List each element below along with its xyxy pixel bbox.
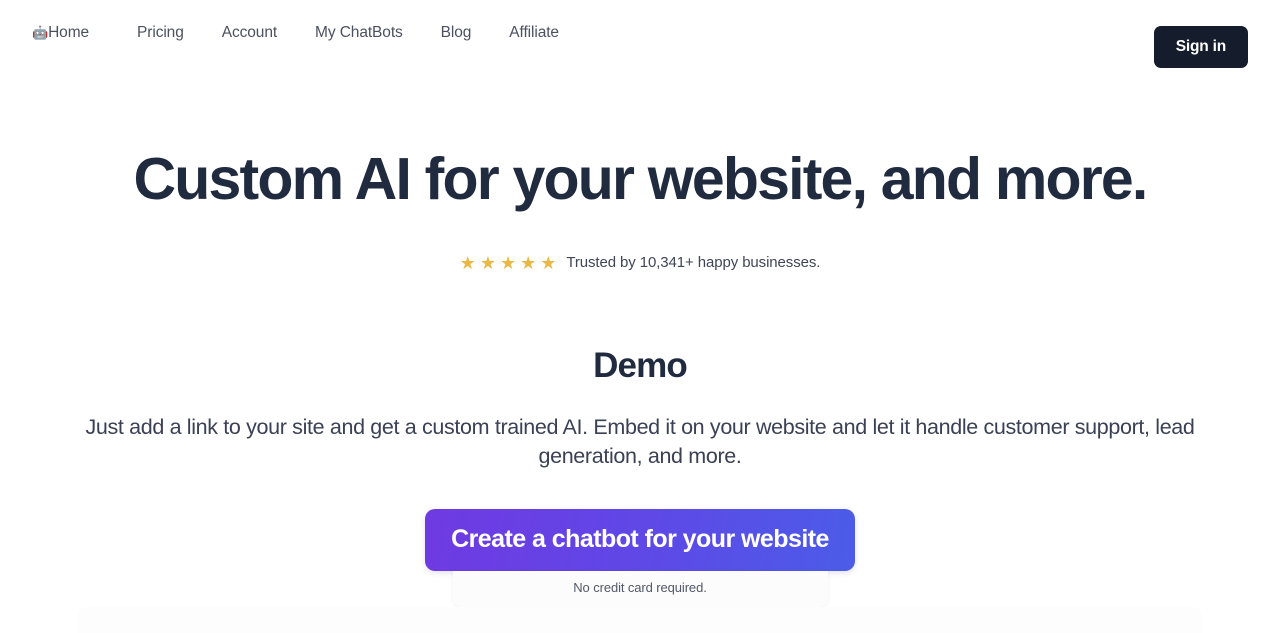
next-section-peek [78,607,1202,633]
demo-heading: Demo [593,345,688,385]
page-title: Custom AI for your website, and more. [133,146,1148,212]
trust-badge-row: ★ ★ ★ ★ ★ Trusted by 10,341+ happy busin… [0,254,1280,272]
nav-item-account-label: Account [221,24,278,41]
nav-item-account[interactable]: Account [222,24,277,42]
star-icon: ★ [479,252,496,273]
nav-item-my-chatbots[interactable]: My ChatBots [315,24,403,42]
nav-item-home-label: Home [48,24,90,41]
no-credit-card-note: No credit card required. [573,580,707,596]
demo-section: Demo Just add a link to your site and ge… [0,272,1280,608]
cta-note-card: No credit card required. [452,571,828,608]
page-bottom-band [0,607,1280,633]
demo-description: Just add a link to your site and get a c… [85,414,1195,468]
star-icon: ★ [459,252,476,273]
nav-item-affiliate-label: Affiliate [509,24,559,41]
nav-item-blog-label: Blog [440,24,472,41]
robot-icon: 🤖 [32,24,49,40]
star-rating: ★ ★ ★ ★ ★ [460,254,557,272]
cta-group: Create a chatbot for your website No cre… [0,508,1280,608]
nav-item-pricing-label: Pricing [137,24,184,41]
trust-text: Trusted by 10,341+ happy businesses. [566,254,821,272]
nav-item-affiliate[interactable]: Affiliate [509,24,559,42]
star-icon: ★ [540,252,557,273]
nav-item-my-chatbots-label: My ChatBots [315,24,403,41]
sign-in-button[interactable]: Sign in [1153,26,1248,68]
star-icon: ★ [520,252,537,273]
top-navigation-bar: 🤖 Home Pricing Account My ChatBots Blog … [0,0,1280,68]
nav-item-pricing[interactable]: Pricing [137,24,184,42]
nav-links-group: 🤖 Home Pricing Account My ChatBots Blog … [32,24,559,42]
nav-item-blog[interactable]: Blog [441,24,472,42]
hero-section: Custom AI for your website, and more. ★ … [0,66,1280,272]
nav-item-home[interactable]: 🤖 Home [32,24,89,42]
create-chatbot-button[interactable]: Create a chatbot for your website [425,508,855,572]
star-icon: ★ [499,252,517,273]
